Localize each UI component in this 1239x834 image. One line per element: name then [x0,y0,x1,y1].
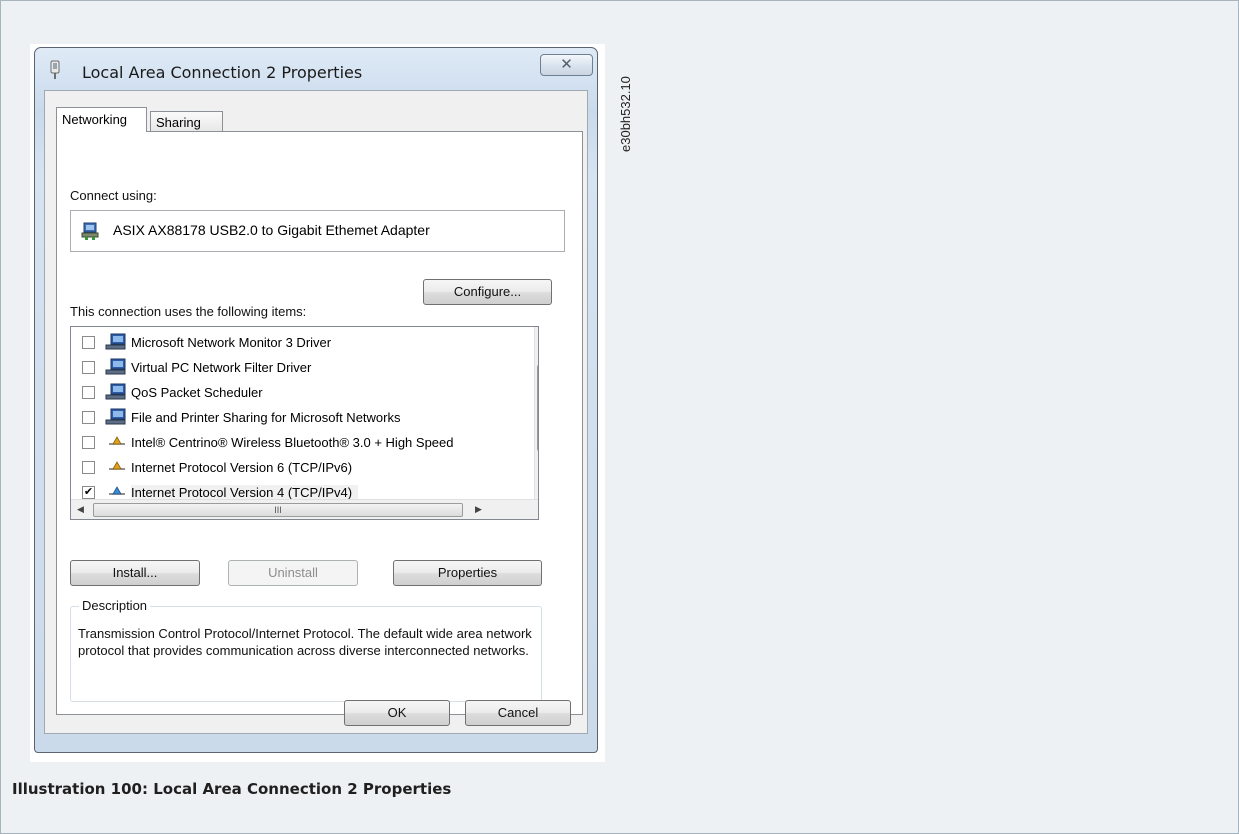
list-item[interactable]: File and Printer Sharing for Microsoft N… [71,405,521,430]
list-item[interactable]: Microsoft Network Monitor 3 Driver [71,330,521,355]
cancel-button[interactable]: Cancel [465,700,571,726]
network-client-icon [105,383,126,400]
item-checkbox[interactable] [82,361,95,374]
item-label: Internet Protocol Version 4 (TCP/IPv4) [131,485,359,500]
configure-button[interactable]: Configure... [423,279,552,305]
list-item[interactable]: Internet Protocol Version 6 (TCP/IPv6) [71,455,521,480]
tab-networking[interactable]: Networking [56,107,147,132]
protocol-icon [109,461,125,470]
item-label: Microsoft Network Monitor 3 Driver [131,335,332,350]
ok-button[interactable]: OK [344,700,450,726]
item-checkbox[interactable] [82,386,95,399]
horizontal-scrollbar[interactable]: ◀ III ▶ [71,499,538,519]
properties-button[interactable]: Properties [393,560,542,586]
network-client-icon [105,408,126,425]
item-checkbox[interactable] [82,436,95,449]
dialog-body: Networking Sharing Connect using: ASIX A… [44,90,588,734]
tab-sharing[interactable]: Sharing [150,111,223,133]
description-legend: Description [79,598,151,613]
item-checkbox[interactable] [82,336,95,349]
close-button[interactable]: ✕ [540,54,593,76]
network-adapter-icon [81,222,99,240]
network-connection-icon [50,60,60,79]
adapter-field: ASIX AX88178 USB2.0 to Gigabit Ethemet A… [70,210,565,252]
title-bar: Local Area Connection 2 Properties ✕ [35,48,597,92]
item-label: QoS Packet Scheduler [131,385,263,400]
horizontal-scroll-thumb[interactable]: III [93,503,463,517]
adapter-name: ASIX AX88178 USB2.0 to Gigabit Ethemet A… [113,222,430,238]
item-label: File and Printer Sharing for Microsoft N… [131,410,401,425]
figure-id: e30bh532.10 [615,46,635,156]
scroll-right-icon[interactable]: ▶ [475,504,482,515]
properties-dialog: Local Area Connection 2 Properties ✕ Net… [34,47,598,753]
item-label: Internet Protocol Version 6 (TCP/IPv6) [131,460,353,475]
vertical-scroll-thumb[interactable]: ≡ [537,365,538,451]
vertical-scrollbar[interactable]: ▲ ≡ ▼ [534,327,538,499]
item-checkbox[interactable] [82,411,95,424]
networking-panel: Connect using: ASIX AX88178 USB2.0 to Gi… [56,131,583,715]
install-button[interactable]: Install... [70,560,200,586]
items-label: This connection uses the following items… [70,304,307,319]
protocol-icon [109,436,125,445]
close-icon: ✕ [560,56,573,73]
figure-id-label: e30bh532.10 [618,76,633,152]
dialog-title: Local Area Connection 2 Properties [82,63,363,82]
items-list[interactable]: Microsoft Network Monitor 3 Driver Virtu… [70,326,539,520]
item-checkbox[interactable] [82,461,95,474]
item-label: Intel® Centrino® Wireless Bluetooth® 3.0… [131,435,454,450]
network-client-icon [105,358,126,375]
figure-caption: Illustration 100: Local Area Connection … [12,780,452,798]
hscroll-grip-icon: III [274,505,282,515]
description-group: Description Transmission Control Protoco… [70,598,542,702]
uninstall-button[interactable]: Uninstall [228,560,358,586]
connect-using-label: Connect using: [70,188,157,203]
list-item[interactable]: Virtual PC Network Filter Driver [71,355,521,380]
list-item[interactable]: QoS Packet Scheduler [71,380,521,405]
item-checkbox[interactable]: ✔ [82,486,95,499]
description-text: Transmission Control Protocol/Internet P… [78,626,532,658]
list-item[interactable]: Intel® Centrino® Wireless Bluetooth® 3.0… [71,430,521,455]
scroll-left-icon[interactable]: ◀ [77,504,84,515]
network-client-icon [105,333,126,350]
item-label: Virtual PC Network Filter Driver [131,360,312,375]
